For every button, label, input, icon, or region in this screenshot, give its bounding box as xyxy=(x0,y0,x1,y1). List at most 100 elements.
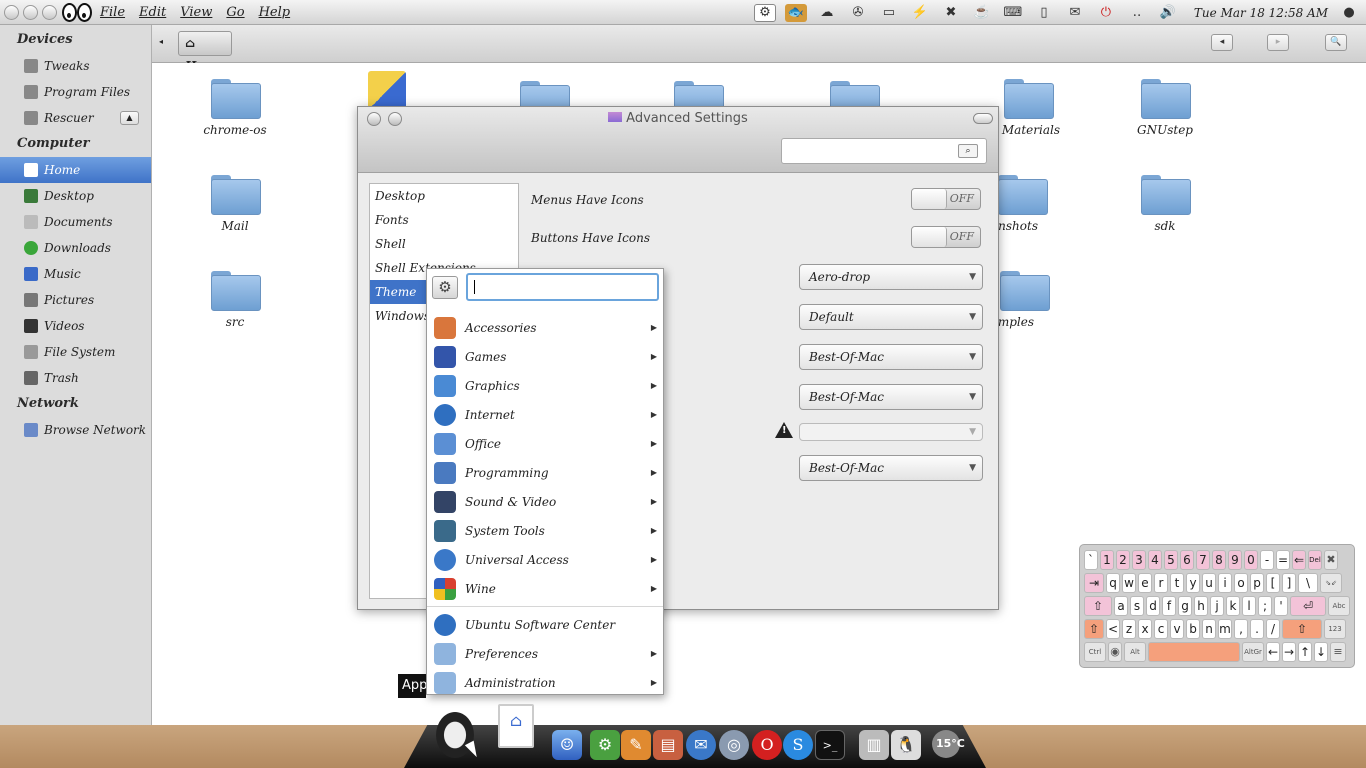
tab-key[interactable]: ⇥ xyxy=(1084,573,1104,593)
search-button[interactable]: 🔍 xyxy=(1325,34,1347,51)
key[interactable]: ` xyxy=(1084,550,1098,570)
key[interactable]: 4 xyxy=(1148,550,1162,570)
menu-help[interactable]: Help xyxy=(259,5,291,20)
coffee-icon[interactable]: ☕ xyxy=(971,4,993,22)
breadcrumb-left-arrow[interactable]: ◂ xyxy=(159,37,163,46)
sidebar-item-videos[interactable]: Videos xyxy=(0,313,151,339)
clipboard-icon[interactable]: ▯ xyxy=(1033,4,1055,22)
key[interactable]: < xyxy=(1106,619,1120,639)
volume-icon[interactable]: 🔊 xyxy=(1157,4,1179,22)
menu-item-office[interactable]: Office ▶ xyxy=(427,429,663,458)
menu-search-field[interactable] xyxy=(468,275,657,299)
maximize-window-button[interactable] xyxy=(42,4,57,20)
back-button[interactable]: ◂ xyxy=(1211,34,1233,51)
key[interactable]: m xyxy=(1218,619,1232,639)
key[interactable]: ] xyxy=(1282,573,1296,593)
move-keyboard-key[interactable]: ⇘⇙ xyxy=(1320,573,1342,593)
key[interactable]: f xyxy=(1162,596,1176,616)
keyboard-icon[interactable]: ⌨ xyxy=(1002,4,1024,22)
film-reel-icon[interactable]: ✇ xyxy=(847,4,869,22)
key[interactable]: u xyxy=(1202,573,1216,593)
menu-item-universal-access[interactable]: Universal Access ▶ xyxy=(427,545,663,574)
key[interactable]: o xyxy=(1234,573,1248,593)
cloud-icon[interactable]: ☁ xyxy=(816,4,838,22)
key[interactable]: d xyxy=(1146,596,1160,616)
tux-small-icon[interactable]: 🐧 xyxy=(891,730,921,760)
key[interactable]: 9 xyxy=(1228,550,1242,570)
key[interactable]: 2 xyxy=(1116,550,1130,570)
menu-search-input[interactable] xyxy=(466,273,659,301)
sidebar-item-program-files[interactable]: Program Files xyxy=(0,79,151,105)
clock[interactable]: Tue Mar 18 12:58 AM xyxy=(1194,6,1328,20)
key[interactable]: r xyxy=(1154,573,1168,593)
file-item[interactable]: sdk xyxy=(1110,173,1220,233)
close-window-button[interactable] xyxy=(4,4,19,20)
skype-icon[interactable]: S xyxy=(783,730,813,760)
terminal-icon[interactable]: >_ xyxy=(815,730,845,760)
settings-icon[interactable]: ⚙ xyxy=(590,730,620,760)
space-key[interactable] xyxy=(1148,642,1240,662)
right-shift-key[interactable]: ⇧ xyxy=(1282,619,1322,639)
file-item[interactable]: GNUstep xyxy=(1110,77,1220,137)
cd-icon[interactable]: ◎ xyxy=(719,730,749,760)
breadcrumb-home[interactable]: ⌂ Home xyxy=(178,31,232,73)
window-theme-combo[interactable]: Default ▼ xyxy=(799,304,983,330)
folder-icon[interactable] xyxy=(520,79,570,121)
inkscape-icon[interactable]: ✎ xyxy=(621,730,651,760)
key[interactable]: b xyxy=(1186,619,1200,639)
key[interactable]: c xyxy=(1154,619,1168,639)
apple-icon[interactable]: ● xyxy=(1338,4,1360,22)
menu-item-preferences[interactable]: Preferences ▶ xyxy=(427,639,663,668)
section-desktop[interactable]: Desktop xyxy=(370,184,518,208)
sidebar-item-file-system[interactable]: File System xyxy=(0,339,151,365)
menu-item-internet[interactable]: Internet ▶ xyxy=(427,400,663,429)
ctrl-key[interactable]: Ctrl xyxy=(1084,642,1106,662)
key[interactable]: 1 xyxy=(1100,550,1114,570)
sidebar-item-trash[interactable]: Trash xyxy=(0,365,151,391)
key[interactable]: - xyxy=(1260,550,1274,570)
display-icon[interactable]: ▭ xyxy=(878,4,900,22)
sidebar-item-home[interactable]: Home xyxy=(0,157,151,183)
key[interactable]: v xyxy=(1170,619,1184,639)
key[interactable]: ' xyxy=(1274,596,1288,616)
menu-view[interactable]: View xyxy=(180,5,212,20)
right-arrow-key[interactable]: → xyxy=(1282,642,1296,662)
eject-icon[interactable]: ▲ xyxy=(120,111,139,125)
key[interactable]: s xyxy=(1130,596,1144,616)
key[interactable]: j xyxy=(1210,596,1224,616)
menu-item-wine[interactable]: Wine ▶ xyxy=(427,574,663,603)
up-arrow-key[interactable]: ↑ xyxy=(1298,642,1312,662)
sidebar-item-browse-network[interactable]: Browse Network xyxy=(0,417,151,443)
sidebar-item-desktop[interactable]: Desktop xyxy=(0,183,151,209)
altgr-key[interactable]: AltGr xyxy=(1242,642,1264,662)
key[interactable]: e xyxy=(1138,573,1152,593)
menus-have-icons-toggle[interactable]: OFF xyxy=(911,188,981,210)
gear-icon[interactable]: ⚙ xyxy=(753,3,776,22)
file-item[interactable]: src xyxy=(180,269,290,329)
file-item[interactable]: Mail xyxy=(180,173,290,233)
home-icon[interactable]: ⌂ xyxy=(498,704,534,748)
key[interactable]: \ xyxy=(1298,573,1318,593)
buttons-have-icons-toggle[interactable]: OFF xyxy=(911,226,981,248)
menu-item-programming[interactable]: Programming ▶ xyxy=(427,458,663,487)
key[interactable]: i xyxy=(1218,573,1232,593)
delete-key[interactable]: Del xyxy=(1308,550,1322,570)
sidebar-item-tweaks[interactable]: Tweaks xyxy=(0,53,151,79)
key[interactable]: 7 xyxy=(1196,550,1210,570)
search-icon[interactable]: ⌕ xyxy=(958,144,978,158)
forward-button[interactable]: ▸ xyxy=(1267,34,1289,51)
goldfish-icon[interactable]: 🐟 xyxy=(784,3,807,22)
sidebar-item-music[interactable]: Music xyxy=(0,261,151,287)
menu-item-accessories[interactable]: Accessories ▶ xyxy=(427,313,663,342)
trash-icon[interactable]: ▥ xyxy=(859,730,889,760)
partial-file-icon[interactable] xyxy=(368,71,406,111)
menu-item-ubuntu-software-center[interactable]: Ubuntu Software Center xyxy=(427,610,663,639)
key[interactable]: y xyxy=(1186,573,1200,593)
close-keyboard-key[interactable]: ✖ xyxy=(1324,550,1338,570)
keybinding-theme-combo[interactable]: Best-Of-Mac ▼ xyxy=(799,455,983,481)
power-icon[interactable]: ⏻ xyxy=(1095,4,1117,22)
icon-theme-combo[interactable]: Best-Of-Mac ▼ xyxy=(799,344,983,370)
dropbox-icon[interactable]: ✖ xyxy=(940,4,962,22)
cursor-theme-combo[interactable]: Best-Of-Mac ▼ xyxy=(799,384,983,410)
numbers-key[interactable]: 123 xyxy=(1324,619,1346,639)
